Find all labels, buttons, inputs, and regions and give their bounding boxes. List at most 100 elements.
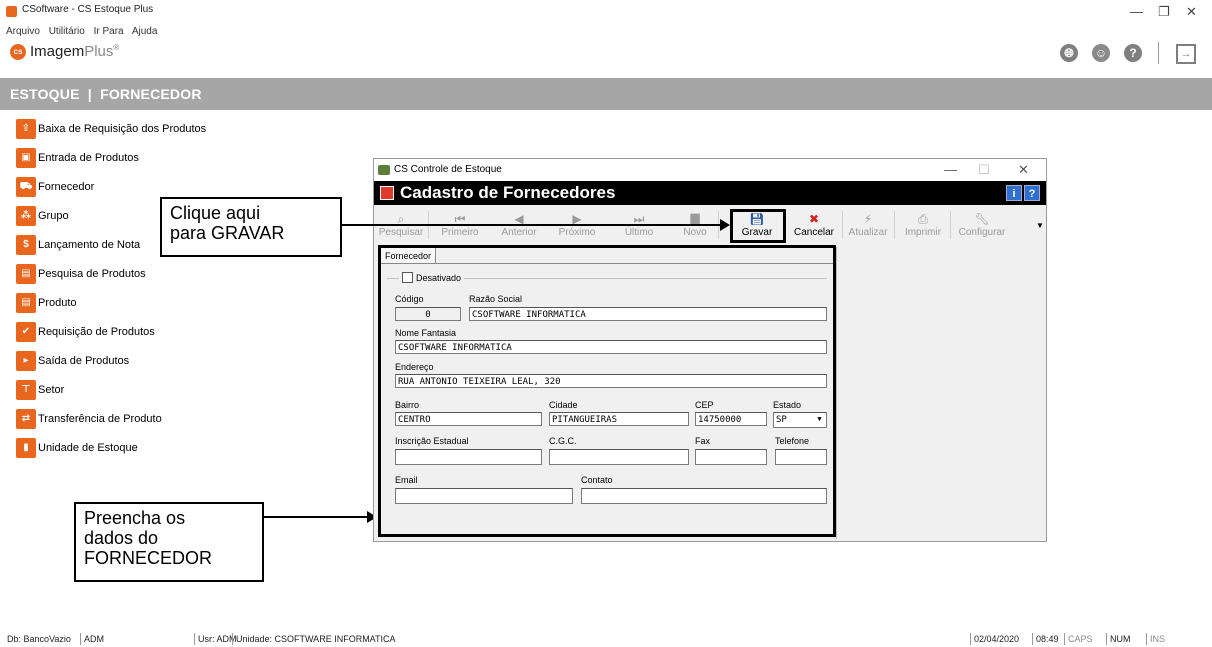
window-title: CSoftware - CS Estoque Plus [22,4,154,15]
gravar-highlight [730,209,786,243]
form-highlight [378,245,836,537]
sidebar-item-unidade-estoque[interactable]: ▮ Unidade de Estoque [16,437,138,459]
check-doc-icon: ✔ [16,322,36,342]
toolbar-button-label: Novo [683,227,707,238]
window-titlebar: CSoftware - CS Estoque Plus — ❐ ✕ [0,0,1212,26]
help-icon[interactable]: ? [1024,185,1040,201]
sidebar-item-baixa-requisicao[interactable]: ⇧ Baixa de Requisição dos Produtos [16,118,206,140]
dialog-minimize-button[interactable]: — [944,162,957,177]
toolbar-configurar-button[interactable]: 🔧︎ Configurar [952,207,1012,243]
group-icon: ⁂ [16,206,36,226]
sidebar-item-label: Setor [38,384,65,396]
toolbar-atualizar-button[interactable]: ⚡︎ Atualizar [844,207,892,243]
toolbar-imprimir-button[interactable]: ⎙ Imprimir [898,207,948,243]
close-button[interactable]: ✕ [1186,4,1197,20]
app-icon [6,6,17,17]
sidebar-item-label: Grupo [38,210,69,222]
brand-name: ImagemPlus® [30,43,119,60]
brand-name-plus: Plus [84,43,114,60]
support-user-icon[interactable]: ☺ [1092,44,1110,62]
dialog-titlebar: CS Controle de Estoque — ☐ ✕ [374,159,1046,181]
sidebar-item-produto[interactable]: ▤ Produto [16,292,77,314]
brand-logo-icon: cs [10,44,26,60]
dialog-header-title: Cadastro de Fornecedores [400,183,616,202]
cancel-icon: ✖ [808,212,820,226]
minimize-button[interactable]: — [1130,4,1143,19]
org-chart-icon: ⊤ [16,380,36,400]
menu-utilitario[interactable]: Utilitário [49,26,85,37]
form-icon [380,186,394,200]
supplier-dialog: CS Controle de Estoque — ☐ ✕ Cadastro de… [373,158,1047,542]
exit-doc-icon: ▸ [16,351,36,371]
sidebar-item-saida-produtos[interactable]: ▸ Saída de Produtos [16,350,129,372]
toolbar-button-label: Pesquisar [378,227,424,238]
toolbar-separator [842,211,843,239]
help-icon[interactable]: ? [1124,44,1142,62]
sidebar-item-label: Transferência de Produto [38,413,162,425]
chevron-down-icon[interactable]: ▼ [1036,221,1044,230]
toolbar-button-label: Imprimir [904,227,942,238]
sidebar-item-label: Fornecedor [38,181,95,193]
dialog-title: CS Controle de Estoque [394,164,502,175]
callout-save: Clique aqui para GRAVAR [160,197,342,257]
dialog-close-button[interactable]: ✕ [1018,162,1029,178]
module-title: ESTOQUE | FORNECEDOR [10,86,202,102]
truck-icon [378,165,390,175]
restore-button[interactable]: ❐ [1158,4,1170,20]
sidebar-item-label: Saída de Produtos [38,355,130,367]
sidebar-item-label: Unidade de Estoque [38,442,138,454]
status-usr: Usr: ADM [194,633,237,645]
status-unidade: Unidade: CSOFTWARE INFORMATICA [232,633,396,645]
toolbar-button-label: Atualizar [848,227,888,238]
toolbar-button-label: Primeiro [441,227,479,238]
menu-ajuda[interactable]: Ajuda [132,26,158,37]
callout-fill: Preencha os dados do FORNECEDOR [74,502,264,582]
sidebar-item-transferencia-produto[interactable]: ⇄ Transferência de Produto [16,408,162,430]
brand-registered-mark: ® [113,43,120,52]
gift-box-icon: ▣ [16,148,36,168]
status-user: ADM [80,633,104,645]
money-icon: $ [16,235,36,255]
logout-icon[interactable]: → [1176,44,1196,64]
sidebar-item-label: Produto [38,297,77,309]
sidebar-item-requisicao-produtos[interactable]: ✔ Requisição de Produtos [16,321,155,343]
toolbar-cancelar-button[interactable]: ✖ Cancelar [788,207,840,243]
info-icon[interactable]: i [1006,185,1022,201]
brand-name-main: Imagem [30,43,85,60]
status-num: NUM [1106,633,1131,645]
status-date: 02/04/2020 [970,633,1019,645]
sidebar-item-label: Pesquisa de Produtos [38,268,146,280]
menu-ir-para[interactable]: Ir Para [94,26,124,37]
sidebar-item-label: Requisição de Produtos [38,326,155,338]
sidebar-item-setor[interactable]: ⊤ Setor [16,379,64,401]
menu-arquivo[interactable]: Arquivo [6,26,40,37]
right-panel [837,247,1044,539]
sidebar-item-label: Entrada de Produtos [38,152,139,164]
status-caps: CAPS [1064,633,1093,645]
transfer-icon: ⇄ [16,409,36,429]
sidebar-item-pesquisa-produtos[interactable]: ▤ Pesquisa de Produtos [16,263,146,285]
sidebar-item-entrada-produtos[interactable]: ▣ Entrada de Produtos [16,147,139,169]
status-ins: INS [1146,633,1165,645]
toolbar-button-label: Cancelar [793,227,835,238]
globe-icon[interactable]: 🌐︎ [1060,44,1078,62]
menubar: Arquivo Utilitário Ir Para Ajuda [0,26,163,40]
toolbar-button-label: Último [624,227,654,238]
callout-fill-line [264,516,368,518]
sidebar-item-lancamento-nota[interactable]: $ Lançamento de Nota [16,234,140,256]
sidebar-item-label: Baixa de Requisição dos Produtos [38,123,207,135]
sidebar-item-fornecedor[interactable]: ⛟ Fornecedor [16,176,94,198]
refresh-icon: ⚡︎ [863,212,873,226]
database-icon: ▤ [16,264,36,284]
toolbar-button-label: Próximo [558,227,596,238]
wrench-icon: 🔧︎ [974,212,990,226]
toolbar-separator [950,211,951,239]
toolbar-button-label: Configurar [958,227,1006,238]
dialog-header-buttons: i? [1004,185,1040,201]
sidebar-item-grupo[interactable]: ⁂ Grupo [16,205,69,227]
status-time: 08:49 [1032,633,1059,645]
divider [1158,42,1159,64]
callout-save-connector [342,224,722,226]
sidebar-item-label: Lançamento de Nota [38,239,141,251]
database-icon: ▤ [16,293,36,313]
